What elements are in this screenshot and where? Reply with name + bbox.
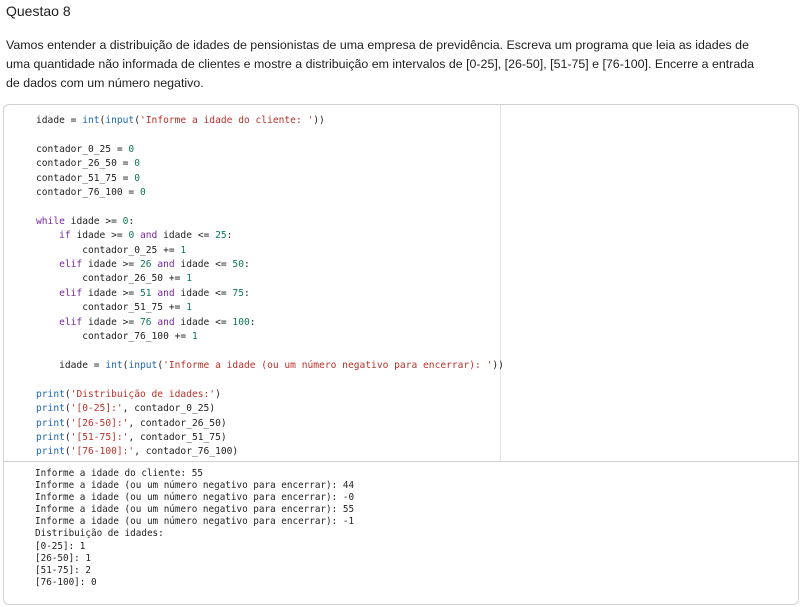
description-line: uma quantidade não informada de clientes… <box>6 57 755 71</box>
output-line: Informe a idade (ou um número negativo p… <box>35 504 355 516</box>
question-description: Vamos entender a distribuição de idades … <box>6 36 776 93</box>
question-title: Questao 8 <box>6 3 71 19</box>
output-line: Informe a idade (ou um número negativo p… <box>35 492 355 504</box>
output-line: Distribuição de idades: <box>35 528 164 540</box>
output-line: Informe a idade do cliente: 55 <box>35 468 203 479</box>
program-output: Informe a idade do cliente: 55 Informe a … <box>35 468 354 589</box>
code-editor[interactable]: idade = int(input('Informe a idade do cl… <box>36 114 504 460</box>
output-line: Informe a idade (ou um número negativo p… <box>35 516 355 528</box>
output-line: [26-50]: 1 <box>35 552 91 564</box>
code-cell[interactable]: idade = int(input('Informe a idade do cl… <box>3 104 799 461</box>
output-line: [76-100]: 0 <box>35 576 97 588</box>
description-line: de dados com um número negativo. <box>6 76 204 90</box>
output-line: [0-25]: 1 <box>35 540 86 552</box>
description-line: Vamos entender a distribuição de idades … <box>6 38 749 52</box>
output-panel: Informe a idade do cliente: 55 Informe a … <box>3 461 799 605</box>
output-line: [51-75]: 2 <box>35 564 91 576</box>
output-line: Informe a idade (ou um número negativo p… <box>35 480 355 492</box>
